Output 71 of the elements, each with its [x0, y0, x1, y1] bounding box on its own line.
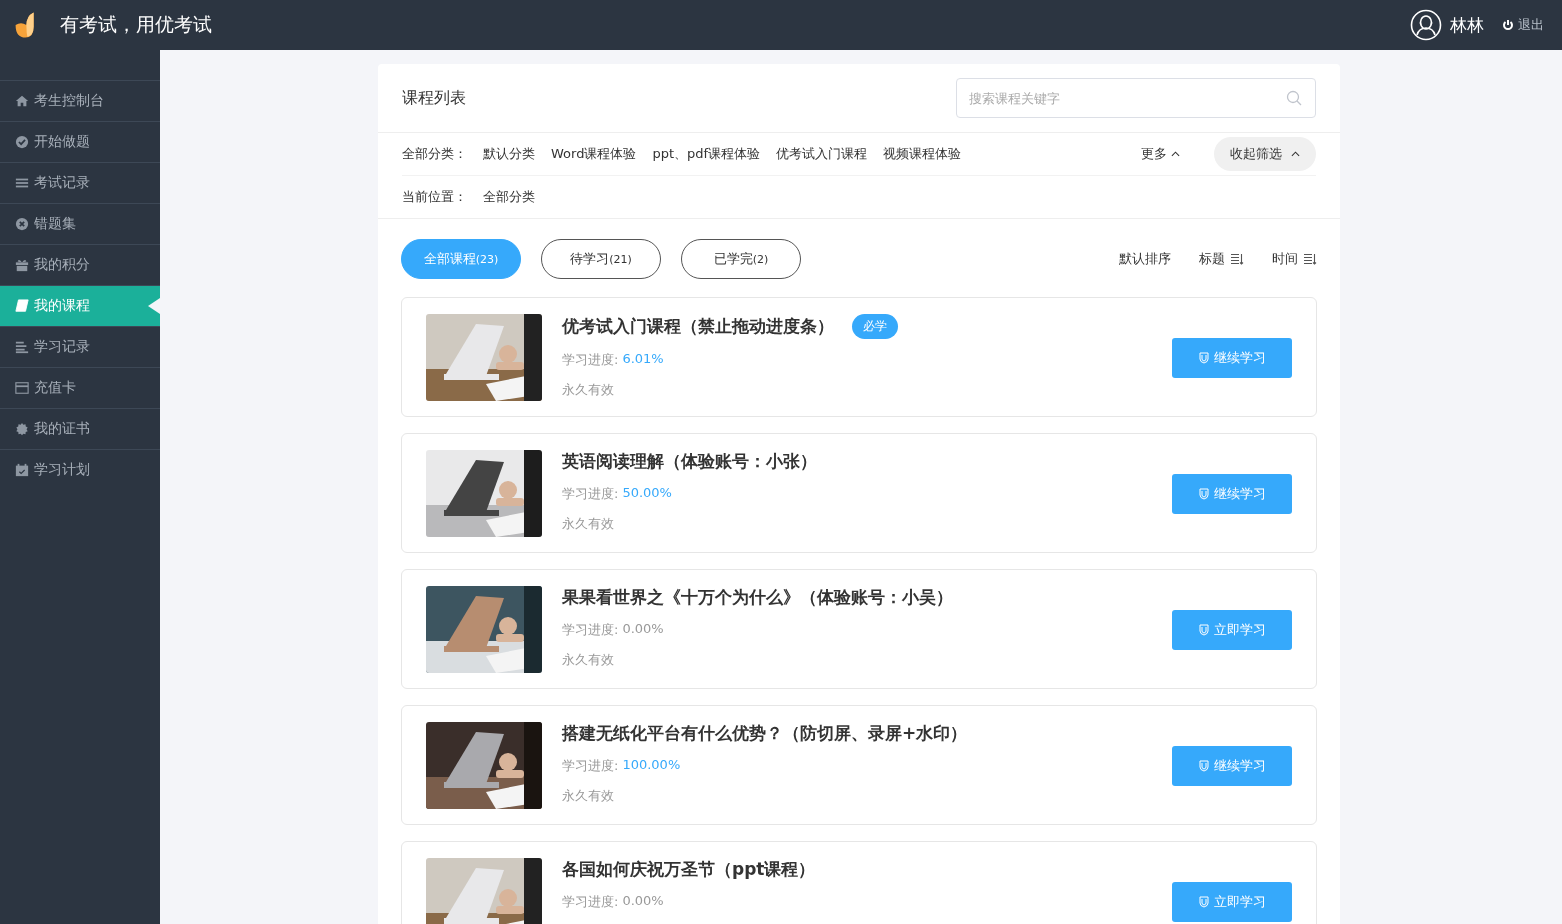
- progress-label: 学习进度:: [562, 893, 619, 911]
- search-icon: [1286, 90, 1302, 106]
- card-icon: [15, 381, 29, 395]
- category-link[interactable]: 视频课程体验: [883, 145, 962, 163]
- gift-icon: [15, 258, 29, 272]
- category-link[interactable]: 优考试入门课程: [776, 145, 868, 163]
- sidebar-item[interactable]: 学习记录: [0, 326, 160, 367]
- list-icon: [15, 176, 29, 190]
- sidebar-item[interactable]: 学习计划: [0, 449, 160, 490]
- validity-text: 永久有效: [562, 515, 615, 533]
- location-label: 当前位置：: [402, 188, 467, 206]
- sidebar-item[interactable]: 我的证书: [0, 408, 160, 449]
- check-circle-icon: [15, 135, 29, 149]
- book-icon: [15, 299, 29, 313]
- required-tag: 必学: [852, 314, 898, 339]
- shield-icon: [1198, 624, 1209, 636]
- category-link[interactable]: ppt、pdf课程体验: [652, 145, 761, 163]
- validity-text: 永久有效: [562, 787, 615, 805]
- course-title: 优考试入门课程（禁止拖动进度条）: [562, 315, 834, 338]
- progress-value: 6.01%: [622, 351, 664, 368]
- more-link[interactable]: 更多: [1141, 145, 1180, 163]
- sort-icon: [1303, 253, 1317, 265]
- progress-label: 学习进度:: [562, 757, 619, 775]
- shield-icon: [1198, 760, 1209, 772]
- sort-option[interactable]: 默认排序: [1119, 250, 1171, 268]
- logout-button[interactable]: 退出: [1502, 16, 1544, 34]
- course-title: 果果看世界之《十万个为什么》（体验账号：小吴）: [562, 586, 953, 609]
- validity-text: 永久有效: [562, 651, 615, 669]
- shield-icon: [1198, 896, 1209, 908]
- sidebar-item[interactable]: 开始做题: [0, 121, 160, 162]
- filter-tab[interactable]: 待学习(21): [541, 239, 661, 279]
- power-icon: [1502, 19, 1514, 31]
- shield-icon: [1198, 352, 1209, 364]
- course-title: 英语阅读理解（体验账号：小张）: [562, 450, 817, 473]
- progress-label: 学习进度:: [562, 621, 619, 639]
- category-label: 全部分类：: [402, 145, 467, 163]
- chevron-up-icon: [1171, 151, 1180, 157]
- collapse-filter-button[interactable]: 收起筛选: [1214, 137, 1316, 171]
- calendar-icon: [15, 463, 29, 477]
- progress-value: 50.00%: [622, 485, 672, 502]
- progress-value: 0.00%: [622, 893, 664, 910]
- search-field[interactable]: 搜索课程关键字: [956, 78, 1316, 118]
- sidebar-item[interactable]: 充值卡: [0, 367, 160, 408]
- shield-icon: [1198, 488, 1209, 500]
- panel-title: 课程列表: [402, 87, 466, 109]
- category-link[interactable]: 默认分类: [483, 145, 535, 163]
- progress-label: 学习进度:: [562, 485, 619, 503]
- chevron-up-icon: [1291, 151, 1300, 157]
- sidebar-item[interactable]: 错题集: [0, 203, 160, 244]
- progress-value: 100.00%: [622, 757, 681, 774]
- filter-tab[interactable]: 已学完(2): [681, 239, 801, 279]
- user-name: 林林: [1450, 13, 1484, 37]
- cross-circle-icon: [15, 217, 29, 231]
- sort-icon: [1230, 253, 1244, 265]
- sort-option[interactable]: 标题: [1199, 250, 1244, 268]
- course-title: 各国如何庆祝万圣节（ppt课程）: [562, 858, 816, 881]
- progress-label: 学习进度:: [562, 351, 619, 369]
- sidebar-item[interactable]: 考试记录: [0, 162, 160, 203]
- progress-value: 0.00%: [622, 621, 664, 638]
- location-value: 全部分类: [483, 188, 535, 206]
- course-title: 搭建无纸化平台有什么优势？（防切屏、录屏+水印）: [562, 722, 968, 745]
- badge-icon: [15, 422, 29, 436]
- avatar-icon: [1410, 9, 1442, 41]
- lines-icon: [15, 340, 29, 354]
- validity-text: 永久有效: [562, 381, 615, 399]
- active-pointer: [148, 298, 160, 314]
- sidebar-item[interactable]: 考生控制台: [0, 80, 160, 121]
- home-icon: [15, 94, 29, 108]
- category-link[interactable]: Word课程体验: [551, 145, 637, 163]
- site-title: 有考试，用优考试: [60, 12, 212, 37]
- sort-option[interactable]: 时间: [1272, 250, 1317, 268]
